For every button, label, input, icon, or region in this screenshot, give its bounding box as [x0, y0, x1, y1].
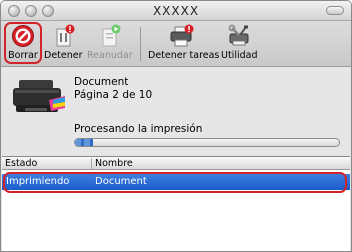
stop-label: Detener [44, 50, 83, 61]
job-table: Estado Nombre Imprimiendo Document [2, 156, 350, 251]
column-header-name[interactable]: Nombre [95, 158, 133, 169]
printer-icon [9, 78, 67, 118]
stop-jobs-icon [168, 24, 194, 48]
resume-label: Reanudar [87, 50, 133, 61]
row-highlight [3, 172, 347, 193]
stop-button[interactable]: Detener [44, 21, 83, 67]
toolbar-separator [140, 27, 141, 61]
job-info-panel: Document Página 2 de 10 Procesando la im… [1, 68, 351, 154]
stop-jobs-label: Detener tareas [148, 50, 220, 61]
resume-icon [96, 24, 122, 48]
delete-highlight [4, 22, 42, 64]
progress-fill [75, 139, 94, 146]
page-info: Página 2 de 10 [74, 89, 153, 101]
table-header: Estado Nombre [2, 157, 350, 170]
utility-button[interactable]: Utilidad [221, 21, 257, 67]
stop-icon [50, 24, 76, 48]
job-status: Procesando la impresión [74, 123, 203, 135]
resume-button[interactable]: Reanudar [87, 21, 133, 67]
column-divider [91, 158, 92, 169]
toolbar-toggle-button[interactable] [326, 6, 344, 15]
print-queue-window: XXXXX Borrar Detener Reanudar Detener ta… [0, 0, 352, 252]
column-header-status[interactable]: Estado [5, 158, 37, 169]
utility-label: Utilidad [221, 50, 258, 61]
toolbar: Borrar Detener Reanudar Detener tareas U… [1, 21, 351, 67]
progress-bar [74, 138, 340, 147]
window-title: XXXXX [152, 4, 200, 18]
document-name: Document [74, 76, 129, 88]
utility-icon [226, 24, 252, 48]
title-bar: XXXXX [1, 1, 351, 21]
stop-jobs-button[interactable]: Detener tareas [148, 21, 220, 67]
